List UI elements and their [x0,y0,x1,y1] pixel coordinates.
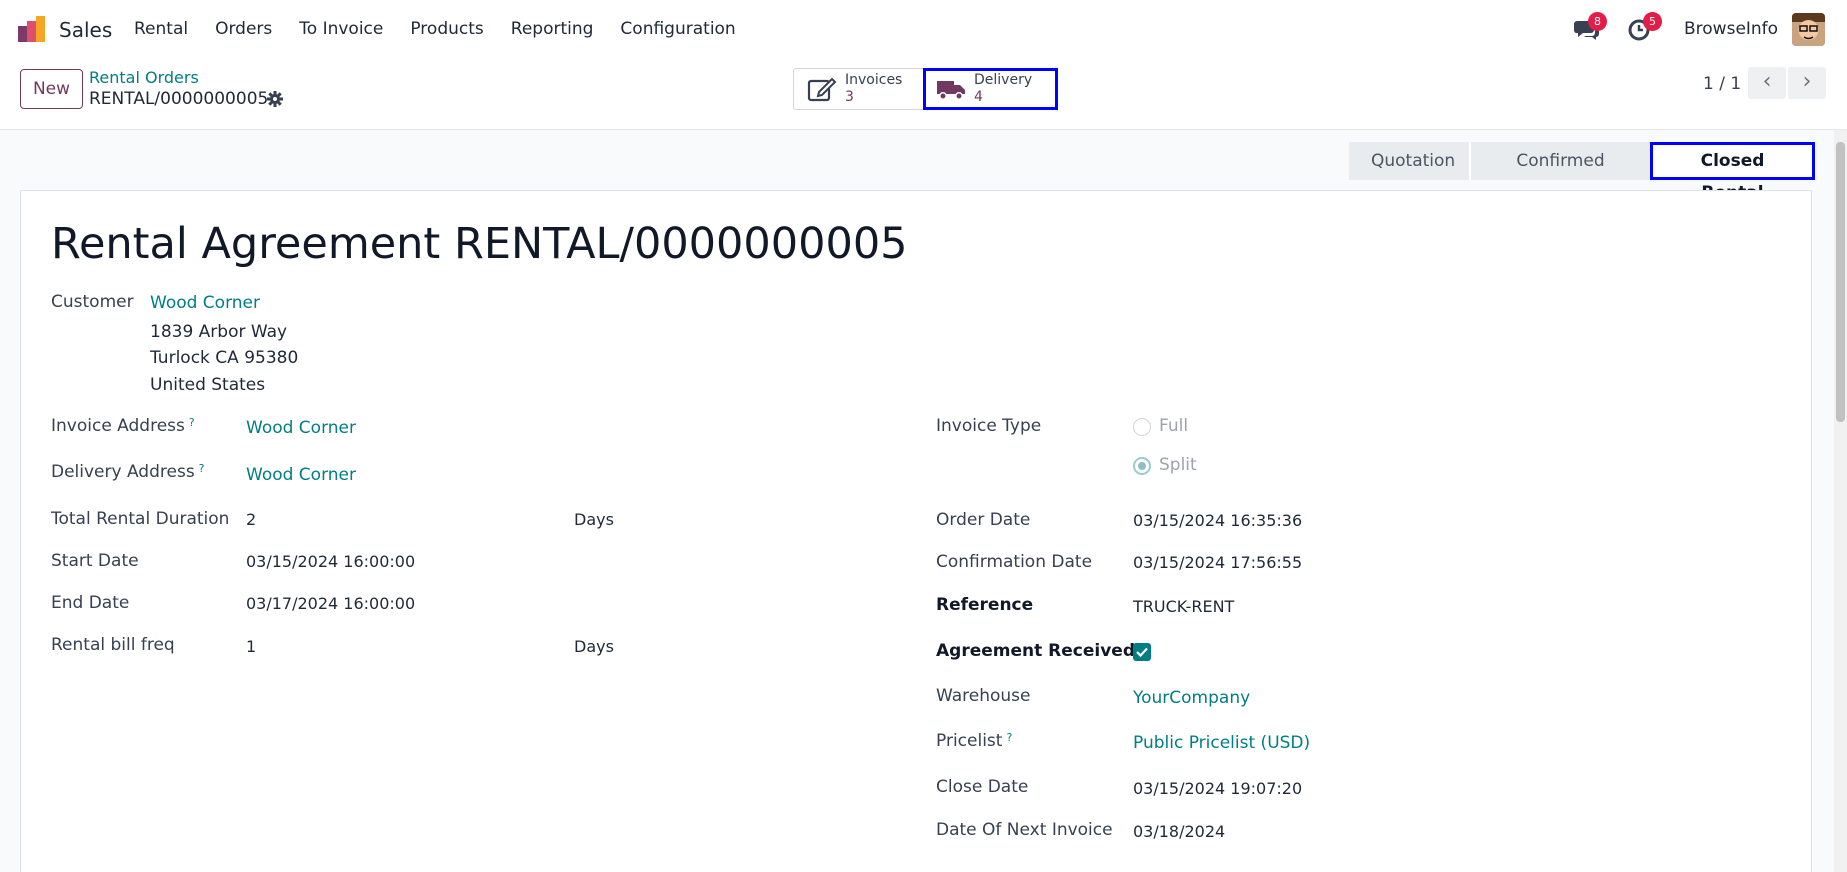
pager-value[interactable]: 1 / 1 [1703,74,1741,94]
menu-reporting[interactable]: Reporting [511,19,594,39]
close-date-label: Close Date [936,777,1029,797]
confirmation-date-value[interactable]: 03/15/2024 17:56:55 [1133,553,1302,572]
delivery-address-link[interactable]: Wood Corner [246,465,356,485]
stage-confirmed-rental[interactable]: Confirmed Rental [1469,142,1650,209]
agreement-received-checkbox[interactable] [1133,643,1151,661]
reference-label: Reference [936,595,1034,615]
customer-link[interactable]: Wood Corner [150,293,260,313]
page-title: Rental Agreement RENTAL/0000000005 [51,219,908,269]
top-navbar: Sales Rental Orders To Invoice Products … [0,0,1847,58]
gear-icon[interactable] [267,91,283,107]
invoices-label: Invoices [845,72,903,88]
confirmation-date-label: Confirmation Date [936,552,1093,572]
customer-label: Customer [51,292,134,312]
invoice-address-label: Invoice Address? [51,416,195,436]
pricelist-link[interactable]: Public Pricelist (USD) [1133,733,1310,753]
total-rental-duration-unit[interactable]: Days [574,510,614,529]
user-avatar[interactable] [1792,13,1825,46]
messages-badge: 8 [1588,12,1607,31]
breadcrumb-rental-orders[interactable]: Rental Orders [89,68,199,87]
delivery-label: Delivery [974,72,1033,88]
menu-configuration[interactable]: Configuration [620,19,735,39]
order-date-value[interactable]: 03/15/2024 16:35:36 [1133,511,1302,530]
order-date-label: Order Date [936,510,1031,530]
pricelist-label: Pricelist? [936,731,1013,751]
main-menu: Rental Orders To Invoice Products Report… [134,19,763,39]
next-invoice-date-value[interactable]: 03/18/2024 [1133,822,1225,841]
rental-bill-freq-unit[interactable]: Days [574,637,614,656]
menu-orders[interactable]: Orders [215,19,272,39]
customer-address-line3: United States [150,375,266,395]
scrollbar-thumb[interactable] [1836,142,1845,422]
stage-closed-rental[interactable]: Closed Rental [1650,142,1815,203]
invoice-type-full-label[interactable]: Full [1159,416,1188,436]
next-invoice-date-label: Date Of Next Invoice [936,820,1113,840]
invoice-type-split-label[interactable]: Split [1159,455,1197,475]
chevron-left-icon: ‹ [1762,69,1772,94]
control-panel: New Rental Orders RENTAL/0000000005 Invo… [0,58,1847,130]
app-name[interactable]: Sales [59,18,112,42]
customer-address-line1: 1839 Arbor Way [150,322,288,342]
menu-to-invoice[interactable]: To Invoice [299,19,383,39]
edit-icon [807,77,837,102]
reference-value[interactable]: TRUCK-RENT [1133,597,1234,616]
agreement-received-label: Agreement Received? [936,641,1145,661]
help-icon[interactable]: ? [199,462,205,475]
pager-previous-button[interactable]: ‹ [1748,67,1786,99]
truck-icon [937,81,965,100]
help-icon[interactable]: ? [1006,731,1012,744]
delivery-address-label: Delivery Address? [51,462,205,482]
end-date-label: End Date [51,593,130,613]
form-sheet [20,190,1812,872]
delivery-smart-button[interactable]: Delivery 4 [923,68,1058,110]
help-icon[interactable]: ? [189,416,195,429]
invoice-address-link[interactable]: Wood Corner [246,418,356,438]
stage-quotation[interactable]: Quotation [1349,142,1469,180]
sales-app-icon[interactable] [18,16,48,42]
rental-bill-freq-value[interactable]: 1 [246,637,256,656]
rental-bill-freq-label: Rental bill freq [51,635,175,655]
activities-badge: 5 [1643,12,1662,31]
status-bar: Quotation Confirmed Rental Closed Rental [1349,142,1815,209]
invoice-type-label: Invoice Type [936,416,1042,436]
company-switcher[interactable]: BrowseInfo [1684,19,1778,39]
invoice-type-split-radio[interactable] [1133,457,1151,475]
new-button[interactable]: New [20,69,83,109]
close-date-value[interactable]: 03/15/2024 19:07:20 [1133,779,1302,798]
menu-products[interactable]: Products [410,19,483,39]
warehouse-label: Warehouse [936,686,1031,706]
end-date-value[interactable]: 03/17/2024 16:00:00 [246,594,415,613]
menu-rental[interactable]: Rental [134,19,188,39]
delivery-count: 4 [974,89,983,105]
chevron-right-icon: › [1802,69,1812,94]
invoices-count: 3 [845,89,854,105]
start-date-label: Start Date [51,551,139,571]
breadcrumb-current: RENTAL/0000000005 [89,89,269,109]
pager-next-button[interactable]: › [1788,67,1826,99]
total-rental-duration-label: Total Rental Duration [51,509,230,529]
checkmark-icon [1136,647,1148,658]
total-rental-duration-value[interactable]: 2 [246,510,256,529]
customer-address-line2: Turlock CA 95380 [150,348,299,368]
start-date-value[interactable]: 03/15/2024 16:00:00 [246,552,415,571]
invoices-smart-button[interactable]: Invoices 3 [793,68,923,110]
warehouse-link[interactable]: YourCompany [1133,688,1250,708]
invoice-type-full-radio[interactable] [1133,418,1151,436]
